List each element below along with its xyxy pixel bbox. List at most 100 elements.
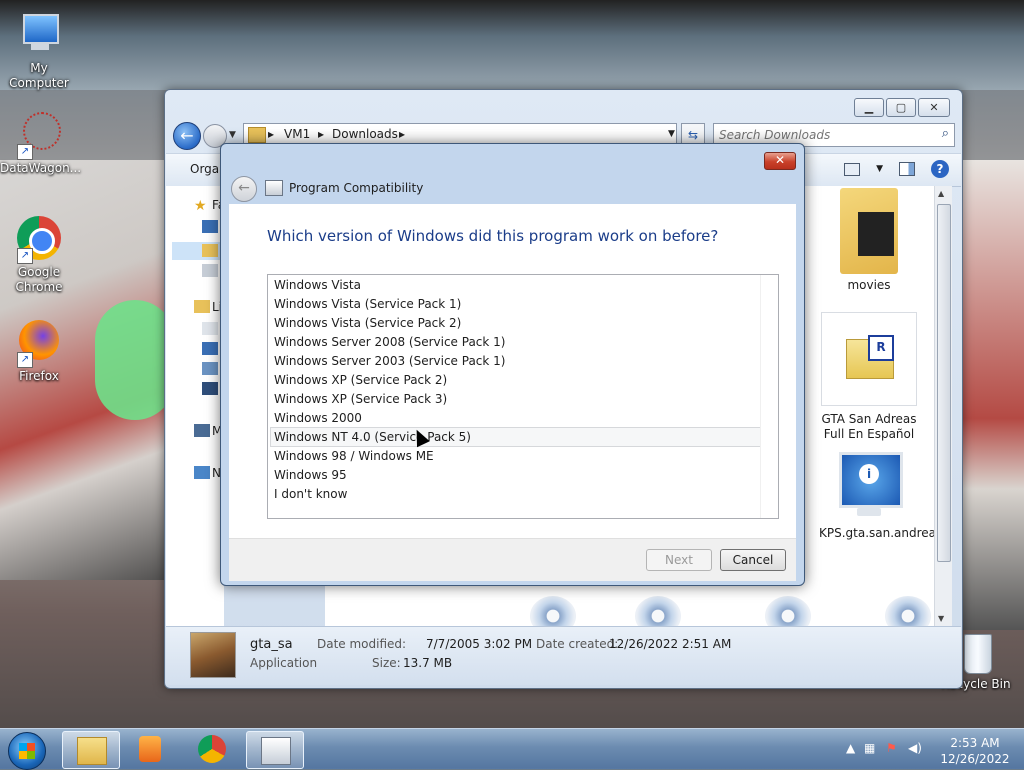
file-name: GTA San Adreas Full En Español (821, 412, 917, 441)
star-icon: ★ (194, 198, 207, 214)
dialog-title: Program Compatibility (289, 181, 424, 195)
dialog-back-button[interactable]: ← (231, 176, 257, 202)
navigation-pane: ★ Fa Li M N (166, 186, 225, 626)
shortcut-arrow-icon: ↗ (17, 352, 33, 368)
start-button[interactable] (8, 732, 46, 770)
option-server-2008-sp1[interactable]: Windows Server 2008 (Service Pack 1) (273, 333, 505, 351)
breadcrumb-vm1[interactable]: VM1 (284, 127, 310, 141)
taskbar-media-player[interactable] (122, 731, 178, 767)
file-item-movies[interactable]: movies (819, 188, 919, 293)
details-file-type: Application (250, 656, 318, 670)
taskbar: ▲ ▦ ⚑ ◀) 2:53 AM 12/26/2022 (0, 728, 1024, 770)
network-tray-icon[interactable]: ▦ (864, 741, 875, 755)
change-view-icon[interactable] (844, 162, 861, 176)
desktop-icon-firefox[interactable]: ↗ Firefox (0, 318, 78, 384)
file-thumbnail (190, 632, 236, 678)
minimize-button[interactable]: ▁ (854, 98, 884, 117)
option-vista-sp2[interactable]: Windows Vista (Service Pack 2) (273, 314, 461, 332)
desktop-icon-label: My Computer (9, 61, 69, 90)
program-compatibility-icon (265, 180, 283, 196)
option-windows-95[interactable]: Windows 95 (273, 466, 347, 484)
shortcut-arrow-icon: ↗ (17, 248, 33, 264)
details-file-name: gta_sa (250, 637, 293, 652)
file-name: movies (847, 278, 891, 292)
pictures-icon (202, 362, 218, 375)
vertical-scrollbar[interactable]: ▲ ▼ (934, 186, 952, 626)
breadcrumb-separator[interactable]: ▸ (399, 127, 405, 141)
option-windows-2000[interactable]: Windows 2000 (273, 409, 362, 427)
search-icon[interactable]: ⌕ (942, 126, 949, 141)
folder-icon (840, 188, 898, 274)
option-nt4-sp5[interactable]: Windows NT 4.0 (Service Pack 5) (270, 427, 763, 447)
volume-icon[interactable]: ◀) (908, 741, 922, 755)
program-compatibility-icon (261, 737, 291, 765)
desktop-icon-label: DataWagon... (0, 161, 82, 175)
file-name: KPS.gta.san.andreas (819, 526, 943, 540)
date-created-value: 12/26/2022 2:51 AM (609, 637, 732, 651)
dialog-close-button[interactable]: ✕ (764, 152, 796, 170)
option-xp-sp2[interactable]: Windows XP (Service Pack 2) (273, 371, 447, 389)
next-button[interactable]: Next (646, 549, 712, 571)
breadcrumb-separator[interactable]: ▸ (268, 127, 274, 141)
option-vista-sp1[interactable]: Windows Vista (Service Pack 1) (273, 295, 461, 313)
shortcut-arrow-icon: ↗ (17, 144, 33, 160)
recent-pages-dropdown[interactable]: ▼ (229, 130, 236, 140)
scroll-down-icon[interactable]: ▼ (938, 614, 944, 623)
documents-icon (202, 322, 218, 335)
clock[interactable]: 2:53 AM 12/26/2022 (934, 735, 1016, 767)
option-server-2003-sp1[interactable]: Windows Server 2003 (Service Pack 1) (273, 352, 505, 370)
folder-icon (248, 127, 266, 143)
view-controls: ▼ ? (844, 160, 949, 178)
list-scrollbar[interactable] (760, 275, 778, 518)
wallpaper-right (955, 160, 1024, 630)
option-windows-vista[interactable]: Windows Vista (273, 276, 361, 294)
info-monitor-icon: i (837, 450, 903, 520)
network-icon (194, 466, 210, 479)
preview-pane-icon[interactable] (899, 162, 915, 176)
size-label: Size: (372, 656, 401, 670)
action-center-icon[interactable]: ⚑ (886, 741, 897, 755)
date-modified-value: 7/7/2005 3:02 PM (426, 637, 533, 651)
close-button[interactable]: ✕ (918, 98, 950, 117)
option-98-me[interactable]: Windows 98 / Windows ME (273, 447, 434, 465)
taskbar-explorer[interactable] (62, 731, 120, 769)
window-controls: ▁ ▢ ✕ (854, 98, 950, 117)
desktop-icon-label: Google Chrome (15, 265, 63, 294)
show-hidden-icons-icon[interactable]: ▲ (846, 741, 855, 755)
file-item-kps[interactable]: i KPS.gta.san.andreas (819, 450, 942, 541)
help-icon[interactable]: ? (931, 160, 949, 178)
dialog-question: Which version of Windows did this progra… (267, 227, 719, 245)
winrar-archive-icon: R (821, 312, 917, 406)
desktop-icon-chrome[interactable]: ↗ Google Chrome (0, 214, 78, 295)
view-dropdown-icon[interactable]: ▼ (876, 164, 883, 174)
dialog-body: ← Program Compatibility Which version of… (229, 174, 796, 581)
maximize-button[interactable]: ▢ (886, 98, 916, 117)
breadcrumb-separator[interactable]: ▸ (318, 127, 324, 141)
scroll-up-icon[interactable]: ▲ (938, 189, 944, 198)
file-item-gta-san-adreas[interactable]: R GTA San Adreas Full En Español (819, 312, 919, 442)
datawagon-icon: ↗ (15, 110, 63, 160)
computer-icon (194, 424, 210, 437)
chrome-icon: ↗ (15, 214, 63, 264)
breadcrumb-downloads[interactable]: Downloads (332, 127, 398, 141)
taskbar-chrome[interactable] (184, 731, 240, 767)
program-compatibility-dialog: ✕ ← Program Compatibility Which version … (220, 143, 805, 586)
wallpaper-graffiti (95, 300, 175, 420)
desktop-icon-my-computer[interactable]: My Computer (0, 10, 78, 91)
scrollbar-thumb[interactable] (937, 204, 951, 562)
desktop-icon (202, 220, 218, 233)
desktop-icon-datawagon[interactable]: ↗ DataWagon... (0, 110, 82, 176)
taskbar-program-compatibility[interactable] (246, 731, 304, 769)
music-icon (202, 342, 218, 355)
back-button[interactable]: ← (173, 122, 201, 150)
option-dont-know[interactable]: I don't know (273, 485, 347, 503)
date-created-label: Date created: (536, 637, 619, 651)
clock-time: 2:53 AM (950, 736, 1000, 750)
option-xp-sp3[interactable]: Windows XP (Service Pack 3) (273, 390, 447, 408)
cancel-button[interactable]: Cancel (720, 549, 786, 571)
windows-logo-icon (19, 743, 35, 759)
windows-version-list[interactable]: Windows Vista Windows Vista (Service Pac… (267, 274, 779, 519)
address-dropdown-icon[interactable]: ▼ (668, 129, 675, 139)
dialog-header: ← Program Compatibility (229, 174, 796, 204)
media-player-icon (139, 736, 161, 762)
